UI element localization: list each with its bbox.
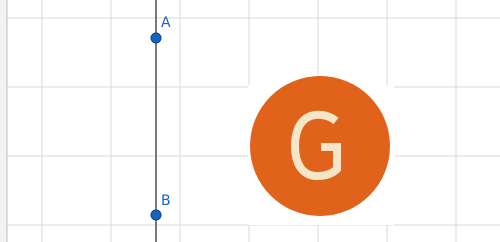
point-a[interactable] [150,32,162,44]
point-b[interactable] [150,209,162,221]
logo-circle [250,76,390,216]
left-panel-border [0,0,7,242]
graphics-view[interactable]: A B [0,0,500,242]
point-a-label: A [161,15,171,31]
geogebra-g-logo-icon [250,76,390,216]
point-b-label: B [161,193,171,209]
